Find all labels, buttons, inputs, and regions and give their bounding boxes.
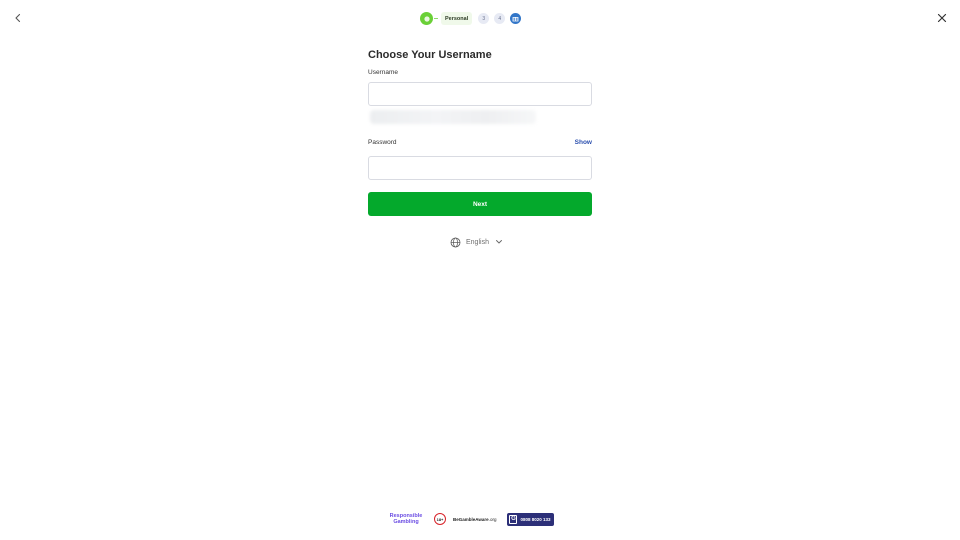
globe-icon xyxy=(450,237,461,247)
footer-badges: Responsible Gambling 18+ BeGambleAware.o… xyxy=(388,511,555,527)
age-restriction-badge: 18+ xyxy=(434,513,446,525)
close-icon xyxy=(937,13,947,23)
back-button[interactable] xyxy=(11,11,25,25)
password-label: Password xyxy=(368,139,397,146)
gambleaware-helpline-badge[interactable]: G 0808 8020 133 xyxy=(507,512,555,526)
step-final-indicator xyxy=(510,13,522,24)
gift-icon xyxy=(512,17,519,22)
username-hint xyxy=(370,110,536,124)
check-icon xyxy=(423,15,430,22)
close-button[interactable] xyxy=(935,11,949,25)
responsible-gambling-logo[interactable]: Responsible Gambling xyxy=(388,513,424,525)
next-button[interactable]: Next xyxy=(368,192,592,216)
language-selector[interactable]: English xyxy=(450,236,503,248)
chevron-down-icon xyxy=(496,240,502,244)
step-current-label: Personal xyxy=(441,12,473,25)
step-connector xyxy=(434,18,438,19)
username-form: Choose Your Username Username Password S… xyxy=(368,48,592,247)
helpline-number: 0808 8020 133 xyxy=(520,516,551,522)
begambleaware-logo[interactable]: BeGambleAware.org xyxy=(453,517,496,522)
show-password-link[interactable]: Show xyxy=(575,139,592,146)
password-input[interactable] xyxy=(368,156,592,180)
step-3-indicator: 3 xyxy=(478,13,490,24)
registration-stepper: Personal 3 4 xyxy=(420,11,522,26)
username-input[interactable] xyxy=(368,82,592,106)
gambleaware-logo-letter: G xyxy=(509,514,518,524)
step-complete-indicator xyxy=(420,12,433,25)
username-label: Username xyxy=(368,69,398,76)
chevron-left-icon xyxy=(15,13,21,23)
begambleaware-text: BeGambleAware xyxy=(453,516,489,522)
begambleaware-suffix: .org xyxy=(488,516,497,522)
step-4-indicator: 4 xyxy=(494,13,506,24)
language-label: English xyxy=(466,238,489,246)
page-title: Choose Your Username xyxy=(368,49,492,61)
